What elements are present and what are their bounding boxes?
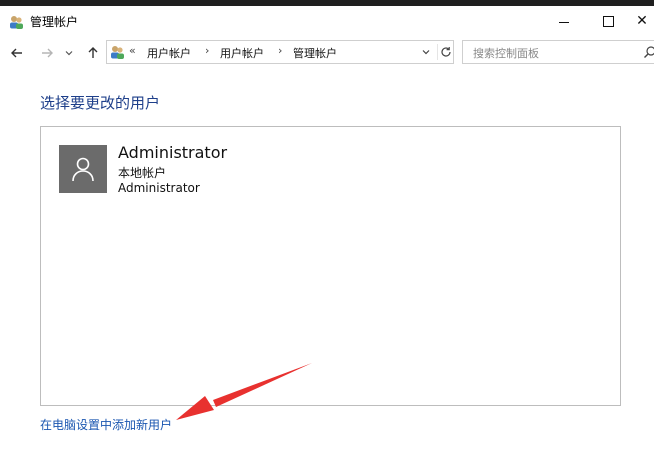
close-button[interactable]: ✕ [630,6,654,36]
back-button[interactable] [8,44,26,62]
account-list-panel: Administrator 本地帐户 Administrator [40,126,621,406]
breadcrumb-separator[interactable]: › [205,44,209,57]
breadcrumb-item-current[interactable]: 管理帐户 [293,45,337,61]
breadcrumb-separator[interactable]: › [278,44,282,57]
minimize-button[interactable] [542,6,586,36]
chevron-down-icon [65,51,73,56]
search-box[interactable]: 搜索控制面板 [462,40,654,64]
address-dropdown-button[interactable] [419,44,433,60]
search-icon[interactable] [643,45,654,59]
chevron-down-icon [422,50,430,55]
maximize-button[interactable] [586,6,630,36]
arrow-up-icon [88,47,98,58]
breadcrumb-item[interactable]: 用户帐户 [220,45,264,61]
page-title: 选择要更改的用户 [40,94,161,112]
minimize-icon [559,21,569,23]
users-icon [111,46,124,59]
refresh-button[interactable] [437,44,454,60]
account-type: 本地帐户 [118,166,167,180]
close-icon: ✕ [636,13,648,29]
users-icon [10,16,23,29]
arrow-left-icon [11,48,22,58]
refresh-icon [441,47,451,57]
account-name[interactable]: Administrator [118,143,227,162]
up-button[interactable] [84,44,102,62]
arrow-right-icon [42,48,53,58]
maximize-icon [602,15,614,27]
account-tile[interactable] [59,145,107,193]
breadcrumb-overflow[interactable]: « [129,44,136,57]
recent-locations-button[interactable] [63,44,75,62]
window-title: 管理帐户 [30,15,79,29]
account-group: Administrator [118,181,200,195]
user-avatar-icon [72,157,94,182]
forward-button[interactable] [38,44,56,62]
breadcrumb-item[interactable]: 用户帐户 [147,45,191,61]
address-bar[interactable]: « 用户帐户 › 用户帐户 › 管理帐户 [106,40,454,64]
search-input[interactable]: 搜索控制面板 [473,45,539,61]
add-new-user-link[interactable]: 在电脑设置中添加新用户 [40,416,172,433]
